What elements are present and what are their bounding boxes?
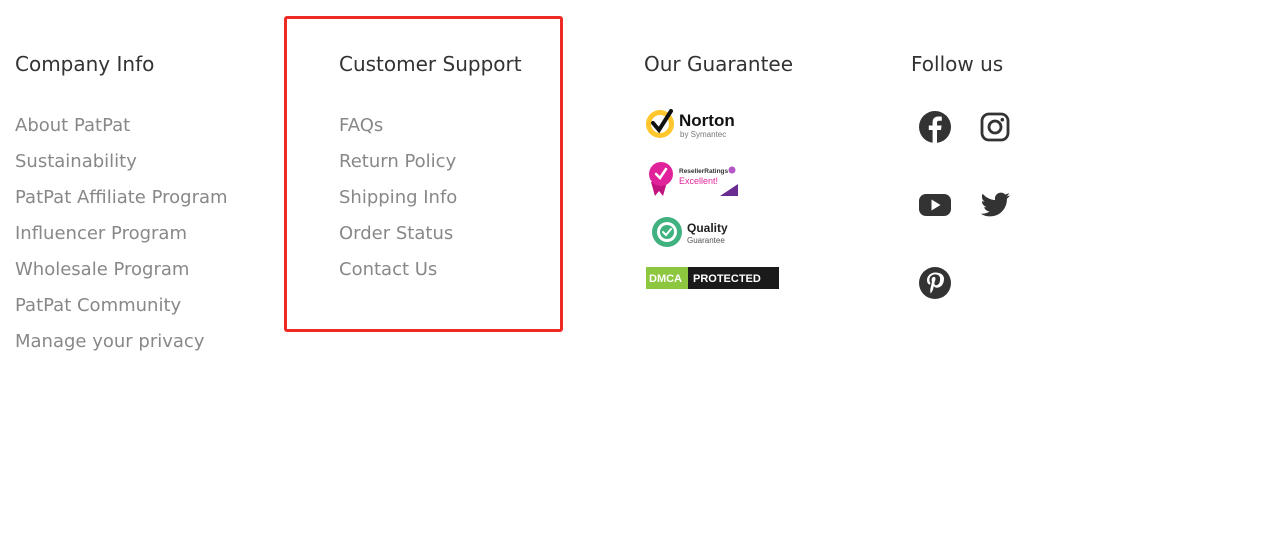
dmca-text: DMCA xyxy=(649,273,682,285)
link-about-patpat[interactable]: About PatPat xyxy=(15,108,228,144)
link-order-status[interactable]: Order Status xyxy=(339,216,457,252)
quality-text: Quality xyxy=(687,221,728,235)
link-return-policy[interactable]: Return Policy xyxy=(339,144,457,180)
link-affiliate-program[interactable]: PatPat Affiliate Program xyxy=(15,180,228,216)
dmca-protected-badge[interactable]: DMCA PROTECTED xyxy=(646,267,779,289)
link-sustainability[interactable]: Sustainability xyxy=(15,144,228,180)
customer-support-title: Customer Support xyxy=(339,52,522,76)
link-influencer-program[interactable]: Influencer Program xyxy=(15,216,228,252)
link-manage-privacy[interactable]: Manage your privacy xyxy=(15,324,228,360)
follow-us-title: Follow us xyxy=(911,52,1004,76)
instagram-icon[interactable] xyxy=(978,110,1012,144)
norton-text: Norton xyxy=(679,111,735,130)
link-wholesale-program[interactable]: Wholesale Program xyxy=(15,252,228,288)
link-contact-us[interactable]: Contact Us xyxy=(339,252,457,288)
company-info-links: About PatPat Sustainability PatPat Affil… xyxy=(15,108,228,360)
twitter-icon[interactable] xyxy=(978,188,1012,222)
reseller-subtext: Excellent! xyxy=(679,176,718,186)
link-patpat-community[interactable]: PatPat Community xyxy=(15,288,228,324)
pinterest-icon[interactable] xyxy=(918,266,952,300)
youtube-icon[interactable] xyxy=(918,188,952,222)
quality-subtext: Guarantee xyxy=(687,236,725,245)
norton-badge[interactable]: Norton by Symantec xyxy=(644,106,736,142)
customer-support-links: FAQs Return Policy Shipping Info Order S… xyxy=(339,108,457,288)
facebook-icon[interactable] xyxy=(918,110,952,144)
reseller-ratings-badge[interactable]: ResellerRatings Excellent! xyxy=(648,160,740,198)
company-info-title: Company Info xyxy=(15,52,155,76)
dmca-subtext: PROTECTED xyxy=(693,273,761,285)
reseller-text: ResellerRatings xyxy=(679,168,729,175)
quality-guarantee-badge[interactable]: Quality Guarantee xyxy=(650,215,736,249)
link-shipping-info[interactable]: Shipping Info xyxy=(339,180,457,216)
link-faqs[interactable]: FAQs xyxy=(339,108,457,144)
guarantee-title: Our Guarantee xyxy=(644,52,794,76)
norton-subtext: by Symantec xyxy=(680,130,726,139)
